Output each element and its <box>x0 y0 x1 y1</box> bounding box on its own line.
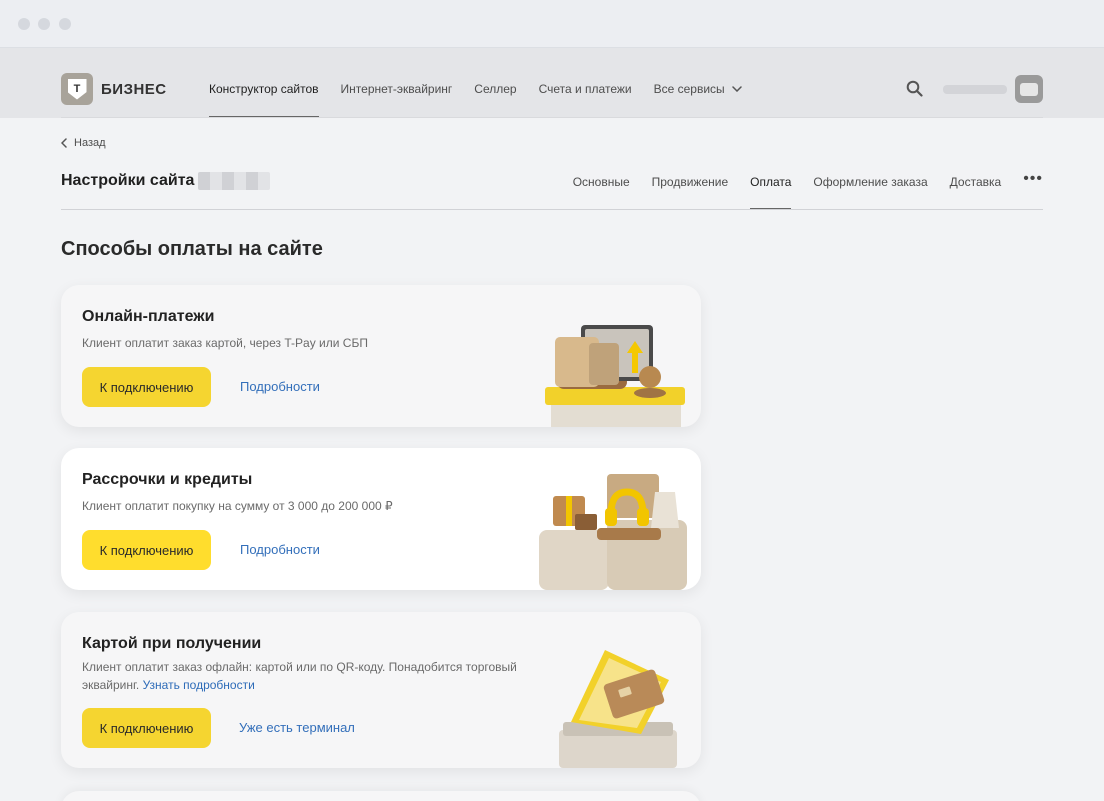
nav-item-internet-acquiring[interactable]: Интернет-эквайринг <box>341 48 453 118</box>
nav-item-seller[interactable]: Селлер <box>474 48 516 118</box>
learn-more-link[interactable]: Узнать подробности <box>143 678 255 692</box>
card-description: Клиент оплатит заказ офлайн: картой или … <box>82 658 522 694</box>
avatar[interactable] <box>1015 75 1043 103</box>
nav-item-label: Конструктор сайтов <box>209 82 319 96</box>
logo-letter: Т <box>73 82 81 95</box>
top-header: Т БИЗНЕС Конструктор сайтов Интернет-экв… <box>0 48 1104 118</box>
tab-label: Продвижение <box>651 175 729 189</box>
more-tabs-button[interactable]: ••• <box>1023 160 1043 204</box>
card-next-partial <box>61 791 701 801</box>
card-title: Картой при получении <box>82 635 262 652</box>
nav-item-accounts-payments[interactable]: Счета и платежи <box>539 48 632 118</box>
main-nav: Конструктор сайтов Интернет-эквайринг Се… <box>209 48 742 118</box>
logo-text: БИЗНЕС <box>101 80 167 98</box>
details-link[interactable]: Подробности <box>240 379 320 394</box>
tab-basic[interactable]: Основные <box>573 160 630 204</box>
logo[interactable]: Т БИЗНЕС <box>61 73 167 105</box>
has-terminal-link[interactable]: Уже есть терминал <box>239 720 355 735</box>
nav-item-site-builder[interactable]: Конструктор сайтов <box>209 48 319 118</box>
card-online-payments: Онлайн-платежи Клиент оплатит заказ карт… <box>61 285 701 427</box>
details-link[interactable]: Подробности <box>240 542 320 557</box>
back-link[interactable]: Назад <box>61 137 106 149</box>
search-icon[interactable] <box>906 80 923 97</box>
tab-promotion[interactable]: Продвижение <box>652 160 729 204</box>
tab-label: Оформление заказа <box>813 175 928 189</box>
window-maximize-dot[interactable] <box>59 18 71 30</box>
nav-item-label: Интернет-эквайринг <box>340 82 453 96</box>
more-icon: ••• <box>1023 170 1043 187</box>
page-title: Настройки сайта <box>61 172 271 190</box>
online-payment-illustration-icon <box>545 325 685 427</box>
briefcase-icon <box>1020 82 1038 96</box>
card-description: Клиент оплатит заказ картой, через T-Pay… <box>82 336 368 350</box>
nav-item-all-services[interactable]: Все сервисы <box>654 48 742 118</box>
connect-button[interactable]: К подключению <box>82 530 211 570</box>
connect-button[interactable]: К подключению <box>82 367 211 407</box>
chevron-left-icon <box>61 138 67 148</box>
window-minimize-dot[interactable] <box>38 18 50 30</box>
nav-item-label: Селлер <box>474 82 517 96</box>
window-close-dot[interactable] <box>18 18 30 30</box>
browser-chrome <box>0 0 1104 48</box>
nav-item-label: Счета и платежи <box>538 82 632 96</box>
card-terminal-illustration-icon <box>559 650 677 768</box>
installments-illustration-icon <box>539 474 687 590</box>
chevron-down-icon <box>731 86 742 92</box>
tab-label: Доставка <box>949 175 1002 189</box>
tab-label: Оплата <box>750 175 792 189</box>
settings-tabs: Основные Продвижение Оплата Оформление з… <box>573 160 1043 210</box>
tab-checkout[interactable]: Оформление заказа <box>813 160 927 204</box>
tab-label: Основные <box>572 175 630 189</box>
card-installments-credit: Рассрочки и кредиты Клиент оплатит покуп… <box>61 448 701 590</box>
back-label: Назад <box>74 137 106 149</box>
site-name-redacted <box>198 172 271 190</box>
section-title: Способы оплаты на сайте <box>61 238 323 260</box>
card-title: Рассрочки и кредиты <box>82 471 253 488</box>
nav-item-label: Все сервисы <box>653 82 725 96</box>
logo-shield-icon: Т <box>67 78 87 100</box>
header-divider <box>61 117 1043 118</box>
account-name-redacted[interactable] <box>943 85 1007 94</box>
page-title-text: Настройки сайта <box>61 172 195 189</box>
card-pay-on-delivery: Картой при получении Клиент оплатит зака… <box>61 612 701 768</box>
card-title: Онлайн-платежи <box>82 308 215 325</box>
connect-button[interactable]: К подключению <box>82 708 211 748</box>
tab-payment[interactable]: Оплата <box>750 160 792 210</box>
card-description: Клиент оплатит покупку на сумму от 3 000… <box>82 499 393 513</box>
tab-delivery[interactable]: Доставка <box>950 160 1002 204</box>
logo-badge: Т <box>61 73 93 105</box>
tabs-divider <box>61 209 1043 210</box>
